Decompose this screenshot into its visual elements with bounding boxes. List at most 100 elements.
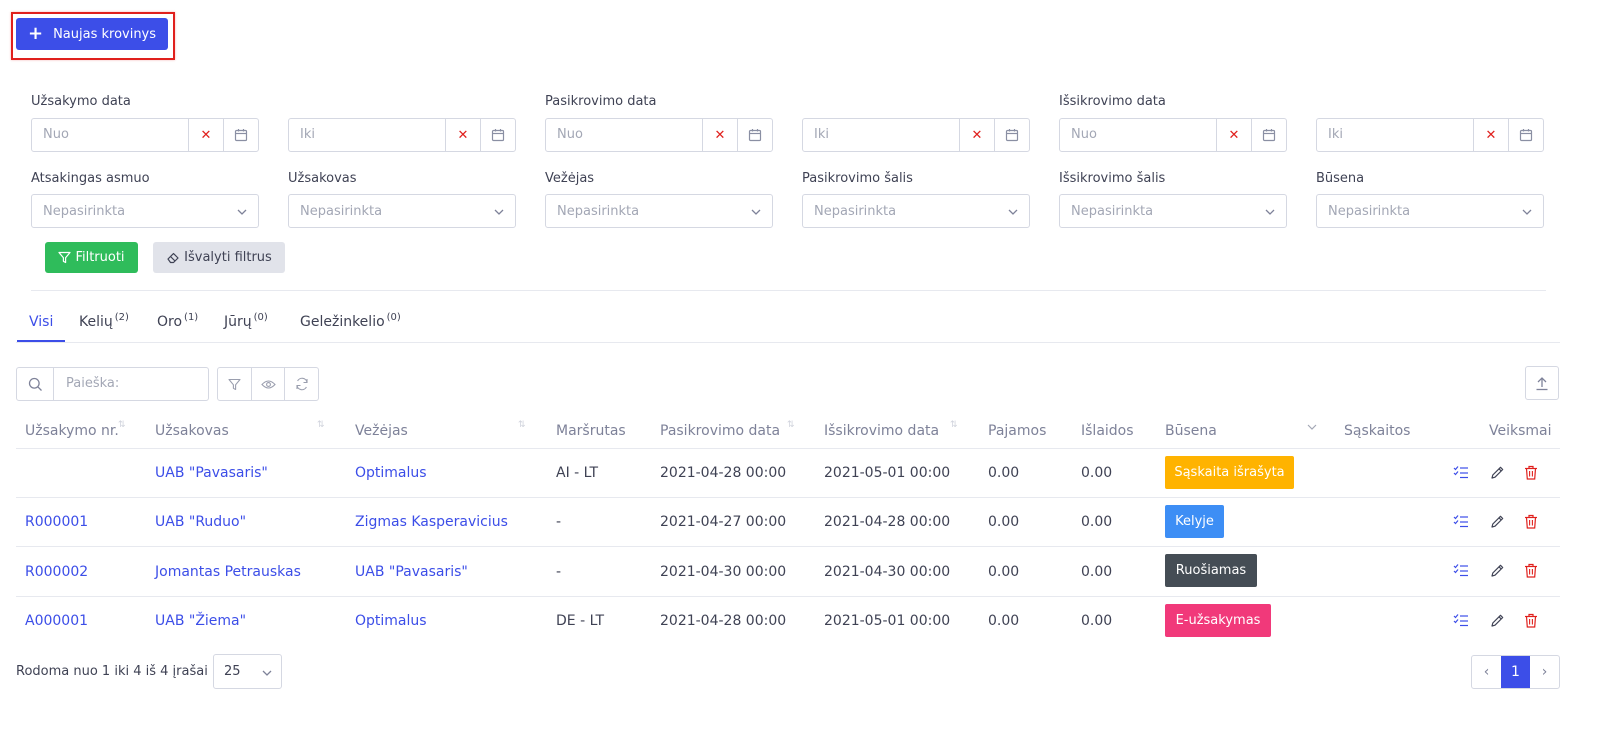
search-placeholder: Paieška: [66,376,120,391]
loading-country-select[interactable]: Nepasirinkta [802,194,1030,228]
chevron-down-icon [1522,209,1532,215]
tab-visi[interactable]: Visi [29,312,55,330]
unloading-country-select[interactable]: Nepasirinkta [1059,194,1287,228]
tab-oro[interactable]: Oro (1) [157,312,198,330]
col-customer[interactable]: Užsakovas [155,423,229,439]
carrier-link[interactable]: Optimalus [355,465,427,481]
col-status[interactable]: Būsena [1165,423,1217,439]
row-divider [16,546,1560,547]
customer-select[interactable]: Nepasirinkta [288,194,516,228]
records-info: Rodoma nuo 1 iki 4 iš 4 įrašai [16,664,208,679]
trash-icon[interactable] [1522,512,1540,530]
tab-gelezinkelio[interactable]: Geležinkelio (0) [300,312,401,330]
loading-date-to-input[interactable]: Iki ✕ [802,118,1030,152]
calendar-icon[interactable] [480,119,515,151]
income-cell: 0.00 [988,465,1020,481]
edit-icon[interactable] [1488,561,1506,579]
trash-icon[interactable] [1522,463,1540,481]
refresh-button[interactable] [285,368,318,400]
filter-toggle-button[interactable] [218,368,252,400]
col-carrier[interactable]: Vežėjas [355,423,408,439]
col-order-no[interactable]: Užsakymo nr. [25,423,119,439]
loading-date-from-input[interactable]: Nuo ✕ [545,118,773,152]
carrier-link[interactable]: Optimalus [355,613,427,629]
expenses-cell: 0.00 [1081,465,1113,481]
carrier-link[interactable]: Zigmas Kasperavicius [355,514,508,530]
calendar-icon[interactable] [1508,119,1543,151]
edit-icon[interactable] [1488,463,1506,481]
customer-link[interactable]: Jomantas Petrauskas [155,564,301,580]
edit-icon[interactable] [1488,512,1506,530]
col-actions: Veiksmai [1489,423,1552,439]
calendar-icon[interactable] [1251,119,1286,151]
filter-button[interactable]: Filtruoti [45,242,138,273]
unloading-country-label: Išsikrovimo šalis [1059,171,1166,186]
status-select-value: Nepasirinkta [1328,203,1411,219]
export-button[interactable] [1525,366,1559,400]
order-date-from-input[interactable]: Nuo ✕ [31,118,259,152]
edit-icon[interactable] [1488,611,1506,629]
unloading-date-to-input[interactable]: Iki ✕ [1316,118,1544,152]
customer-link[interactable]: UAB "Žiema" [155,613,246,629]
checklist-icon[interactable] [1452,512,1470,530]
customer-select-value: Nepasirinkta [300,203,383,219]
sort-icon[interactable]: ⇅ [518,420,526,430]
prev-page-button[interactable]: ‹ [1472,656,1501,688]
trash-icon[interactable] [1522,561,1540,579]
sort-icon[interactable]: ⇅ [787,420,795,430]
status-badge: E-užsakymas [1165,604,1271,637]
clear-icon[interactable]: ✕ [1473,119,1508,151]
order-date-to-input[interactable]: Iki ✕ [288,118,516,152]
clear-icon[interactable]: ✕ [702,119,737,151]
column-visibility-button[interactable] [252,368,286,400]
customer-link[interactable]: UAB "Ruduo" [155,514,246,530]
checklist-icon[interactable] [1452,561,1470,579]
checklist-icon[interactable] [1452,463,1470,481]
sort-icon[interactable]: ⇅ [317,420,325,430]
page-1-button[interactable]: 1 [1501,656,1530,688]
unloading-country-select-value: Nepasirinkta [1071,203,1154,219]
checklist-icon[interactable] [1452,611,1470,629]
unloading-date-from-input[interactable]: Nuo ✕ [1059,118,1287,152]
order-no-link[interactable]: A000001 [25,613,88,629]
sort-icon[interactable]: ⇅ [118,420,126,430]
clear-icon[interactable]: ✕ [1216,119,1251,151]
tab-juru[interactable]: Jūrų (0) [224,312,268,330]
customer-link[interactable]: UAB "Pavasaris" [155,465,268,481]
clear-icon[interactable]: ✕ [445,119,480,151]
col-income[interactable]: Pajamos [988,423,1046,439]
calendar-icon[interactable] [223,119,258,151]
search-input[interactable]: Paieška: [16,367,209,401]
tabs-divider [16,342,1560,343]
col-route[interactable]: Maršrutas [556,423,626,439]
clear-icon[interactable]: ✕ [959,119,994,151]
sort-icon[interactable]: ⇅ [950,420,958,430]
col-loading-date[interactable]: Pasikrovimo data [660,423,780,439]
col-unloading-date[interactable]: Išsikrovimo data [824,423,939,439]
responsible-select-value: Nepasirinkta [43,203,126,219]
calendar-icon[interactable] [737,119,772,151]
loading-country-label: Pasikrovimo šalis [802,171,913,186]
funnel-icon [228,378,241,390]
responsible-select[interactable]: Nepasirinkta [31,194,259,228]
calendar-icon[interactable] [994,119,1029,151]
carrier-select[interactable]: Nepasirinkta [545,194,773,228]
eraser-icon [167,252,179,264]
new-cargo-button[interactable]: + Naujas krovinys [16,18,168,50]
section-divider [31,290,1546,291]
col-invoices[interactable]: Sąskaitos [1344,423,1410,439]
tab-keliu[interactable]: Kelių (2) [79,312,129,330]
order-no-link[interactable]: R000002 [25,564,88,580]
page-size-select[interactable]: 25 [213,654,282,689]
next-page-button[interactable]: › [1530,656,1559,688]
clear-icon[interactable]: ✕ [188,119,223,151]
order-no-link[interactable]: R000001 [25,514,88,530]
trash-icon[interactable] [1522,611,1540,629]
page-size-value: 25 [224,664,241,679]
clear-filters-label: Išvalyti filtrus [184,250,272,265]
col-expenses[interactable]: Išlaidos [1081,423,1134,439]
clear-filters-button[interactable]: Išvalyti filtrus [153,242,285,273]
carrier-link[interactable]: UAB "Pavasaris" [355,564,468,580]
status-select[interactable]: Nepasirinkta [1316,194,1544,228]
chevron-down-icon[interactable] [1307,422,1317,432]
